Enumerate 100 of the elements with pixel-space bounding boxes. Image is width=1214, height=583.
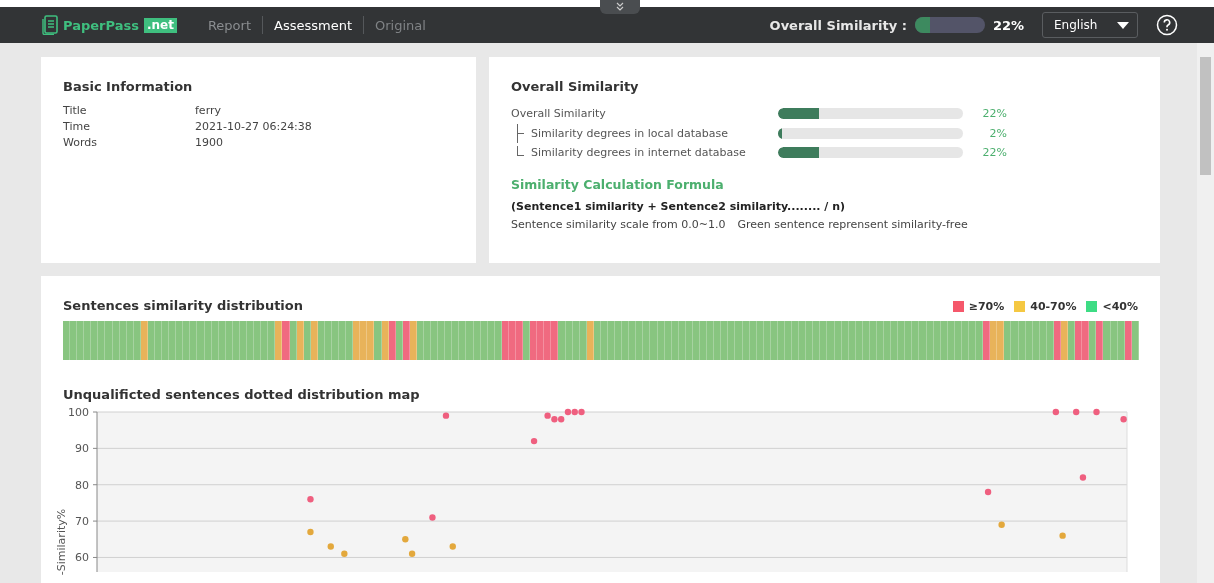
sentence-segment[interactable] <box>947 321 955 360</box>
sentence-segment[interactable] <box>183 321 191 360</box>
sentence-segment[interactable] <box>133 321 141 360</box>
sentence-segment[interactable] <box>1011 321 1019 360</box>
sentence-segment[interactable] <box>919 321 927 360</box>
sentence-segment[interactable] <box>926 321 934 360</box>
sentence-segment[interactable] <box>884 321 892 360</box>
sentence-segment[interactable] <box>218 321 226 360</box>
sentence-segment[interactable] <box>346 321 354 360</box>
sentence-segment[interactable] <box>685 321 693 360</box>
sentence-segment[interactable] <box>324 321 332 360</box>
sentence-segment[interactable] <box>1004 321 1012 360</box>
sentence-segment[interactable] <box>1053 321 1061 360</box>
sentence-segment[interactable] <box>140 321 148 360</box>
sentence-segment[interactable] <box>990 321 998 360</box>
sentence-segment[interactable] <box>1061 321 1069 360</box>
sentence-segment[interactable] <box>976 321 984 360</box>
sentence-segment[interactable] <box>211 321 219 360</box>
sentence-segment[interactable] <box>1103 321 1111 360</box>
sentence-segment[interactable] <box>232 321 240 360</box>
sentence-segment[interactable] <box>820 321 828 360</box>
sentence-segment[interactable] <box>169 321 177 360</box>
sentence-segment[interactable] <box>459 321 467 360</box>
sentence-segment[interactable] <box>600 321 608 360</box>
sentence-segment[interactable] <box>650 321 658 360</box>
sentence-segment[interactable] <box>862 321 870 360</box>
sentence-segment[interactable] <box>629 321 637 360</box>
sentence-segment[interactable] <box>119 321 127 360</box>
sentence-segment[interactable] <box>954 321 962 360</box>
sentence-segment[interactable] <box>678 321 686 360</box>
sentence-segment[interactable] <box>261 321 269 360</box>
sentence-segment[interactable] <box>834 321 842 360</box>
sentence-segment[interactable] <box>331 321 340 360</box>
sentence-segment[interactable] <box>204 321 212 360</box>
scrollbar-thumb[interactable] <box>1200 57 1211 175</box>
sentence-segment[interactable] <box>586 321 594 360</box>
sentence-segment[interactable] <box>735 321 743 360</box>
sentence-segment[interactable] <box>961 321 969 360</box>
sentence-segment[interactable] <box>1018 321 1026 360</box>
sentence-segment[interactable] <box>728 321 736 360</box>
sentence-segment[interactable] <box>395 321 403 360</box>
sentence-segment[interactable] <box>558 321 566 360</box>
sentence-segment[interactable] <box>282 321 290 360</box>
sentence-segment[interactable] <box>70 321 78 360</box>
sentence-segment[interactable] <box>516 321 524 360</box>
sentence-segment[interactable] <box>933 321 941 360</box>
sentence-segment[interactable] <box>487 321 495 360</box>
sentence-segment[interactable] <box>1025 321 1033 360</box>
sentence-segment[interactable] <box>84 321 92 360</box>
sentence-segment[interactable] <box>1046 321 1054 360</box>
sentence-segment[interactable] <box>353 321 361 360</box>
sentence-segment[interactable] <box>848 321 856 360</box>
sentence-segment[interactable] <box>898 321 906 360</box>
sentence-segment[interactable] <box>147 321 155 360</box>
language-select[interactable]: English <box>1042 12 1138 38</box>
sentence-segment[interactable] <box>155 321 163 360</box>
sentence-segment[interactable] <box>1068 321 1076 360</box>
sentence-segment[interactable] <box>197 321 205 360</box>
sentence-segment[interactable] <box>572 321 580 360</box>
sentence-segment[interactable] <box>239 321 248 360</box>
sentence-segment[interactable] <box>869 321 877 360</box>
sentence-segment[interactable] <box>891 321 899 360</box>
sentence-segment[interactable] <box>381 321 389 360</box>
sentence-segment[interactable] <box>374 321 382 360</box>
sentence-segment[interactable] <box>98 321 106 360</box>
sentence-segment[interactable] <box>268 321 276 360</box>
sentence-segment[interactable] <box>792 321 800 360</box>
sentence-segment[interactable] <box>225 321 233 360</box>
sentence-segment[interactable] <box>289 321 297 360</box>
sentence-segment[interactable] <box>247 321 255 360</box>
sentence-segment[interactable] <box>317 321 325 360</box>
sentence-segment[interactable] <box>671 321 679 360</box>
sentence-segment[interactable] <box>1117 321 1125 360</box>
sentence-segment[interactable] <box>1075 321 1083 360</box>
sentence-segment[interactable] <box>579 321 587 360</box>
sentence-segment[interactable] <box>339 321 347 360</box>
sentence-segment[interactable] <box>551 321 559 360</box>
sentence-segment[interactable] <box>770 321 778 360</box>
sentence-segment[interactable] <box>63 321 71 360</box>
sentence-segment[interactable] <box>416 321 424 360</box>
sentence-segment[interactable] <box>756 321 764 360</box>
sentence-segment[interactable] <box>360 321 368 360</box>
sentence-segment[interactable] <box>537 321 545 360</box>
sentence-segment[interactable] <box>692 321 701 360</box>
sentence-segment[interactable] <box>806 321 814 360</box>
sentence-segment[interactable] <box>254 321 262 360</box>
sentence-segment[interactable] <box>190 321 198 360</box>
sentence-segment[interactable] <box>1082 321 1090 360</box>
sentence-segment[interactable] <box>714 321 722 360</box>
sentence-segment[interactable] <box>105 321 113 360</box>
sentence-segment[interactable] <box>296 321 304 360</box>
sentence-segment[interactable] <box>1032 321 1040 360</box>
sentence-segment[interactable] <box>969 321 977 360</box>
sentence-segment[interactable] <box>1110 321 1118 360</box>
sentence-segment[interactable] <box>827 321 835 360</box>
sentence-segment[interactable] <box>275 321 283 360</box>
help-icon[interactable] <box>1156 14 1178 36</box>
sentence-segment[interactable] <box>877 321 885 360</box>
nav-tab[interactable]: Assessment <box>263 17 363 33</box>
sentence-segment[interactable] <box>593 321 601 360</box>
